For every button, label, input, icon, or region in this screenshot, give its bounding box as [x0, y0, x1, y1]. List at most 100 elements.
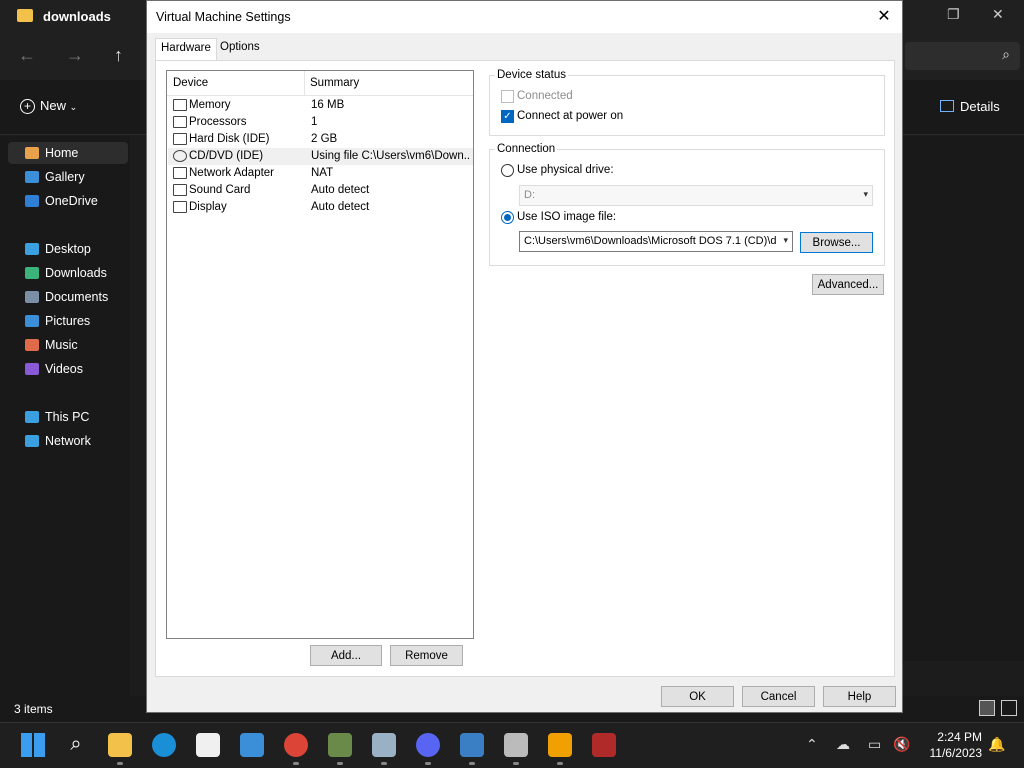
sidebar-item-network[interactable]: Network	[8, 430, 128, 452]
cancel-button[interactable]: Cancel	[742, 686, 815, 707]
virtual-machine-icon[interactable]	[460, 733, 484, 757]
chevron-up-icon[interactable]: ⌃	[806, 736, 818, 753]
iso-path-combobox[interactable]: C:\Users\vm6\Downloads\Microsoft DOS 7.1…	[519, 231, 793, 252]
notification-bell-icon[interactable]: 🔔	[988, 736, 1005, 753]
home-icon	[25, 147, 39, 159]
store-icon[interactable]	[196, 733, 220, 757]
sidebar-item-videos[interactable]: Videos	[8, 358, 128, 380]
sidebar-item-label: Videos	[45, 362, 83, 376]
device-name: Processors	[189, 116, 247, 128]
explorer-window-title: downloads	[43, 9, 111, 24]
clock-date: 11/6/2023	[929, 746, 983, 760]
iso-image-label: Use ISO image file:	[517, 211, 617, 223]
maximize-icon[interactable]: ❐	[947, 6, 960, 23]
sidebar-item-desktop[interactable]: Desktop	[8, 238, 128, 260]
connect-at-power-on-label: Connect at power on	[517, 110, 624, 122]
device-summary: Auto detect	[311, 184, 370, 196]
tiles-view-icon[interactable]	[1001, 700, 1017, 716]
clock[interactable]: 2:24 PM 11/6/2023	[930, 729, 983, 761]
sidebar-item-gallery[interactable]: Gallery	[8, 166, 128, 188]
winrar-icon[interactable]	[592, 733, 616, 757]
physical-drive-value: D:	[524, 189, 535, 201]
table-row[interactable]: Sound Card Auto detect	[168, 182, 473, 199]
remove-button[interactable]: Remove	[390, 645, 463, 666]
display-icon	[173, 201, 187, 213]
harddisk-icon	[173, 133, 187, 145]
forward-arrow-icon[interactable]: →	[66, 45, 84, 66]
explorer-search-box[interactable]: ⌕	[905, 42, 1020, 70]
sidebar-item-onedrive[interactable]: OneDrive	[8, 190, 128, 212]
device-name: Memory	[189, 99, 231, 111]
up-arrow-icon[interactable]: ↑	[114, 45, 123, 66]
sidebar-item-home[interactable]: Home	[8, 142, 128, 164]
table-row[interactable]: Hard Disk (IDE) 2 GB	[168, 131, 473, 148]
monitor-icon[interactable]: ▭	[868, 736, 881, 753]
summary-column-header[interactable]: Summary	[310, 77, 359, 89]
file-explorer-icon[interactable]	[108, 733, 132, 757]
remote-desktop-icon[interactable]	[372, 733, 396, 757]
table-row[interactable]: CD/DVD (IDE) Using file C:\Users\vm6\Down…	[168, 148, 473, 165]
explorer-sidebar: Home Gallery OneDrive Desktop Downloads Docum…	[0, 136, 130, 696]
details-pane-icon	[940, 100, 954, 112]
volume-muted-icon[interactable]: 🔇	[893, 736, 910, 753]
new-button[interactable]: + New ⌄	[20, 98, 77, 114]
back-arrow-icon[interactable]: ←	[18, 45, 36, 66]
iso-image-radio[interactable]	[501, 211, 514, 224]
details-button[interactable]: Details	[940, 99, 1000, 114]
physical-drive-label: Use physical drive:	[517, 164, 614, 176]
sidebar-item-label: Documents	[45, 290, 109, 304]
browse-button[interactable]: Browse...	[800, 232, 873, 253]
advanced-button[interactable]: Advanced...	[812, 274, 884, 295]
plus-circle-icon: +	[20, 99, 35, 114]
tab-options[interactable]: Options	[215, 38, 265, 60]
physical-drive-select[interactable]: D: ▾	[519, 185, 873, 206]
search-icon[interactable]: ⌕	[64, 733, 88, 757]
vmware-icon[interactable]	[548, 733, 572, 757]
connect-at-power-on-checkbox[interactable]: ✓	[501, 110, 514, 123]
close-icon[interactable]: ✕	[874, 6, 894, 26]
sidebar-item-pictures[interactable]: Pictures	[8, 310, 128, 332]
explorer-content-area	[903, 136, 1024, 661]
tab-hardware[interactable]: Hardware	[155, 38, 217, 61]
add-button[interactable]: Add...	[310, 645, 382, 666]
chrome-icon[interactable]	[284, 733, 308, 757]
device-name: Display	[189, 201, 227, 213]
connection-label: Connection	[495, 143, 558, 155]
notepad-icon[interactable]	[504, 733, 528, 757]
device-list[interactable]: Device Summary Memory 16 MB Processors 1 Har…	[166, 70, 474, 639]
mail-icon[interactable]	[240, 733, 264, 757]
sidebar-item-downloads[interactable]: Downloads	[8, 262, 128, 284]
dialog-title-bar: Virtual Machine Settings ✕	[147, 1, 902, 33]
sidebar-item-label: Gallery	[45, 170, 85, 184]
table-row[interactable]: Display Auto detect	[168, 199, 473, 216]
start-icon[interactable]	[21, 733, 45, 757]
iso-path-value: C:\Users\vm6\Downloads\Microsoft DOS 7.1…	[524, 235, 777, 247]
xmind-icon[interactable]	[328, 733, 352, 757]
sidebar-item-label: OneDrive	[45, 194, 98, 208]
device-status-group	[489, 75, 885, 136]
table-row[interactable]: Processors 1	[168, 114, 473, 131]
vm-settings-dialog: Virtual Machine Settings ✕ Hardware Opti…	[146, 0, 903, 713]
table-row[interactable]: Network Adapter NAT	[168, 165, 473, 182]
table-row[interactable]: Memory 16 MB	[168, 97, 473, 114]
physical-drive-radio[interactable]	[501, 164, 514, 177]
sidebar-item-music[interactable]: Music	[8, 334, 128, 356]
connected-checkbox[interactable]	[501, 90, 514, 103]
help-button[interactable]: Help	[823, 686, 896, 707]
cdrom-icon	[173, 150, 187, 162]
cloud-offline-icon[interactable]: ☁	[836, 736, 850, 753]
network-icon	[25, 435, 39, 447]
desktop-icon	[25, 243, 39, 255]
ok-button[interactable]: OK	[661, 686, 734, 707]
sidebar-item-label: Music	[45, 338, 78, 352]
discord-icon[interactable]	[416, 733, 440, 757]
close-icon[interactable]: ✕	[992, 6, 1004, 23]
details-view-icon[interactable]	[979, 700, 995, 716]
device-column-header[interactable]: Device	[173, 77, 208, 89]
edge-icon[interactable]	[152, 733, 176, 757]
sidebar-item-label: Downloads	[45, 266, 107, 280]
column-divider[interactable]	[304, 71, 305, 96]
sidebar-item-this-pc[interactable]: This PC	[8, 406, 128, 428]
sidebar-item-documents[interactable]: Documents	[8, 286, 128, 308]
network-adapter-icon	[173, 167, 187, 179]
